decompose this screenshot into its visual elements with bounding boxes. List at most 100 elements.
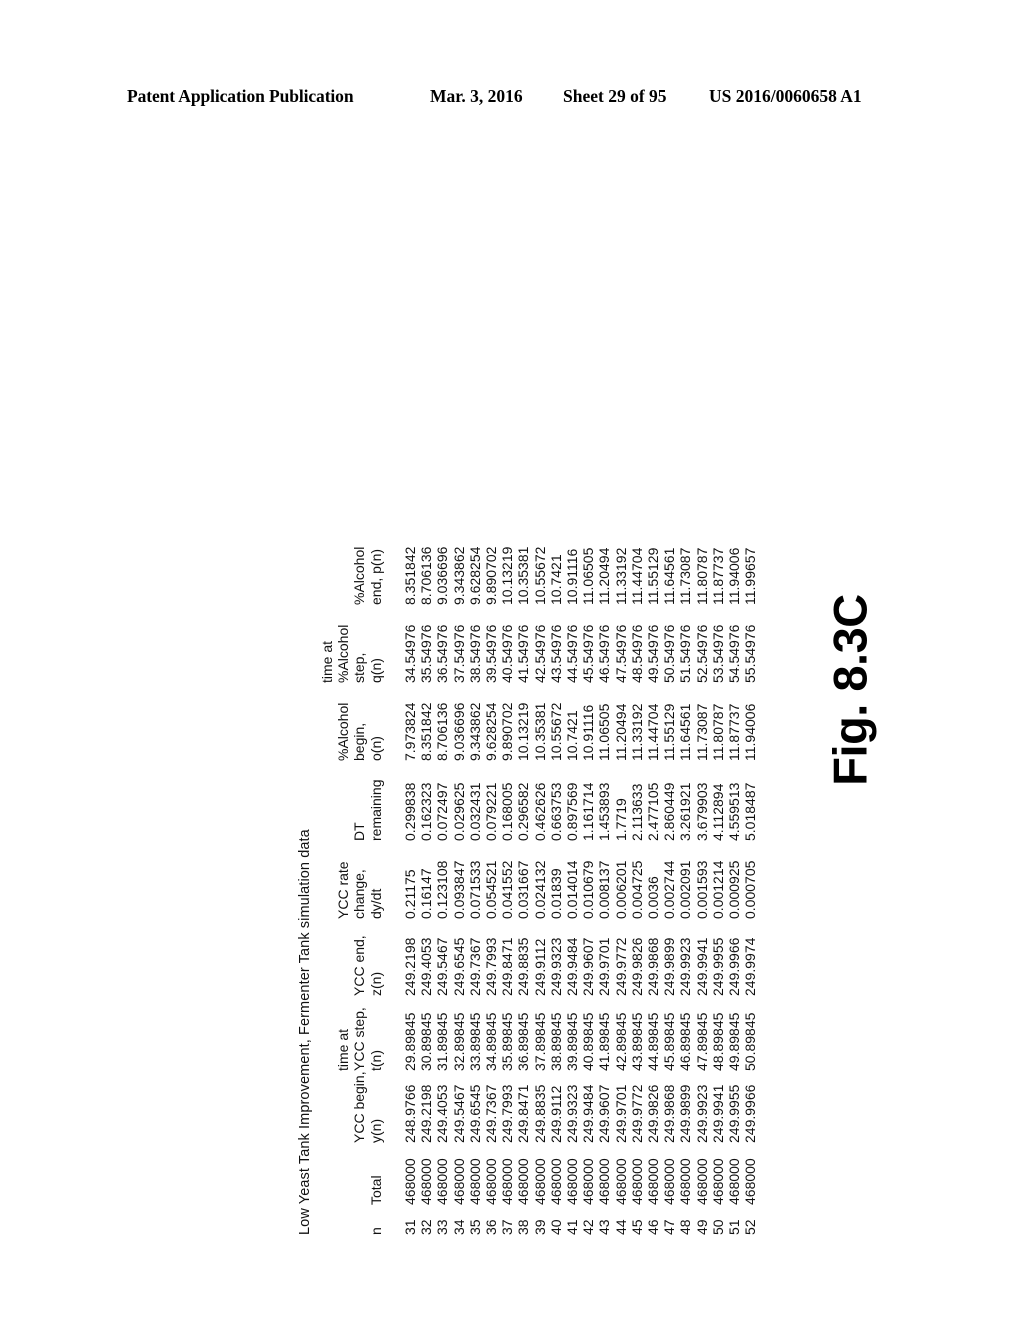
cell-astep: 53.54976 — [709, 624, 726, 683]
cell-ybeg: 249.9701 — [612, 1084, 629, 1143]
cell-tstep: 42.89845 — [612, 1012, 629, 1071]
column-header-aend: %Alcohol end, p(n) — [319, 535, 386, 605]
cell-dt: 1.7719 — [612, 798, 629, 841]
column-header-line: %Alcohol — [351, 546, 368, 605]
cell-total: 468000 — [547, 1158, 564, 1205]
cell-ybeg: 249.5467 — [450, 1084, 467, 1143]
column-header-line: %Alcohol — [335, 624, 352, 683]
cell-total: 468000 — [693, 1158, 710, 1205]
cell-n: 33 — [434, 1219, 451, 1235]
cell-yend: 249.9484 — [564, 937, 581, 996]
cell-aend: 9.890702 — [483, 546, 500, 605]
cell-tstep: 47.89845 — [693, 1012, 710, 1071]
column-header-line: change, — [351, 869, 368, 919]
cell-ybeg: 249.2198 — [418, 1084, 435, 1143]
cell-total: 468000 — [628, 1158, 645, 1205]
cell-total: 468000 — [499, 1158, 516, 1205]
cell-abeg: 8.706136 — [434, 702, 451, 761]
cell-astep: 42.54976 — [531, 624, 548, 683]
cell-ybeg: 248.9766 — [402, 1084, 419, 1143]
header-spacer — [319, 761, 335, 841]
cell-astep: 36.54976 — [434, 624, 451, 683]
cell-tstep: 39.89845 — [564, 1012, 581, 1071]
column-header-astep: time at %Alcohol step, q(n) — [319, 605, 386, 683]
cell-abeg: 11.73087 — [693, 703, 710, 761]
table-row: 48 468000 249.9899 46.89845 249.9923 0.002091… — [677, 535, 693, 1235]
column-header-line: time at — [319, 640, 335, 683]
page-header: Patent Application Publication Mar. 3, 2… — [0, 86, 1024, 116]
column-header-rate: YCC rate change, dy/dt — [319, 841, 386, 919]
cell-tstep: 35.89845 — [499, 1012, 516, 1071]
cell-yend: 249.9955 — [709, 937, 726, 996]
cell-dt: 2.860449 — [661, 782, 678, 841]
cell-ybeg: 249.9923 — [693, 1084, 710, 1143]
column-header-line: YCC step, — [351, 1007, 368, 1071]
table-row: 50 468000 249.9941 48.89845 249.9955 0.001214… — [710, 535, 726, 1235]
table-row: 41 468000 249.9323 39.89845 249.9484 0.014014… — [564, 535, 580, 1235]
header-spacer — [335, 1143, 351, 1205]
column-header-line: Total — [367, 1175, 384, 1205]
cell-dt: 0.296582 — [515, 782, 532, 841]
cell-abeg: 11.94006 — [742, 703, 759, 761]
header-spacer — [335, 761, 351, 841]
cell-astep: 45.54976 — [580, 624, 597, 683]
cell-total: 468000 — [596, 1158, 613, 1205]
table-row: 36 468000 249.7367 34.89845 249.7993 0.054521… — [483, 535, 499, 1235]
cell-yend: 249.9923 — [677, 937, 694, 996]
header-spacer — [319, 683, 335, 761]
column-header-line: DT — [351, 822, 368, 841]
cell-ybeg: 249.9955 — [726, 1084, 743, 1143]
cell-n: 43 — [596, 1219, 613, 1235]
cell-yend: 249.7367 — [466, 937, 483, 996]
cell-aend: 11.80787 — [693, 547, 710, 605]
cell-tstep: 48.89845 — [709, 1012, 726, 1071]
cell-astep: 39.54976 — [483, 624, 500, 683]
cell-rate: 0.071533 — [466, 860, 483, 919]
cell-yend: 249.8835 — [515, 937, 532, 996]
cell-tstep: 37.89845 — [531, 1012, 548, 1071]
cell-rate: 0.008137 — [596, 860, 613, 919]
cell-n: 50 — [709, 1219, 726, 1235]
cell-yend: 249.9323 — [547, 937, 564, 996]
cell-astep: 48.54976 — [628, 624, 645, 683]
cell-rate: 0.024132 — [531, 860, 548, 919]
table-title: Low Yeast Tank Improvement, Fermenter Ta… — [297, 829, 313, 1235]
cell-n: 47 — [661, 1219, 678, 1235]
cell-aend: 11.55129 — [645, 547, 662, 605]
cell-aend: 9.628254 — [466, 546, 483, 605]
cell-yend: 249.9826 — [628, 937, 645, 996]
cell-total: 468000 — [402, 1158, 419, 1205]
figure-rotated-container: Low Yeast Tank Improvement, Fermenter Ta… — [297, 225, 758, 1235]
header-spacer — [351, 1143, 367, 1205]
column-header-line: YCC rate — [335, 861, 352, 919]
cell-aend: 11.06505 — [580, 547, 597, 605]
cell-aend: 11.20494 — [596, 547, 613, 605]
table-row: 51 468000 249.9955 49.89845 249.9966 0.000925… — [726, 535, 742, 1235]
cell-total: 468000 — [515, 1158, 532, 1205]
cell-aend: 11.94006 — [726, 547, 743, 605]
cell-yend: 249.9701 — [596, 937, 613, 996]
cell-tstep: 43.89845 — [628, 1012, 645, 1071]
cell-astep: 50.54976 — [661, 624, 678, 683]
cell-n: 37 — [499, 1219, 516, 1235]
cell-rate: 0.21175 — [402, 869, 419, 919]
cell-rate: 0.000925 — [726, 860, 743, 919]
cell-abeg: 10.35381 — [531, 702, 548, 761]
cell-ybeg: 249.8471 — [515, 1084, 532, 1143]
cell-abeg: 8.351842 — [418, 702, 435, 761]
cell-astep: 38.54976 — [466, 624, 483, 683]
table-spacer-row — [386, 535, 402, 1235]
cell-yend: 249.9112 — [531, 938, 548, 996]
cell-yend: 249.9899 — [661, 937, 678, 996]
cell-abeg: 11.44704 — [645, 703, 662, 761]
cell-total: 468000 — [434, 1158, 451, 1205]
cell-abeg: 11.80787 — [709, 703, 726, 761]
column-header-line: t(n) — [367, 1050, 384, 1071]
cell-total: 468000 — [564, 1158, 581, 1205]
cell-tstep: 41.89845 — [596, 1012, 613, 1071]
cell-astep: 40.54976 — [499, 624, 516, 683]
column-header-tstep: time at YCC step, t(n) — [319, 996, 386, 1071]
cell-yend: 249.9941 — [693, 937, 710, 996]
cell-dt: 4.112894 — [709, 783, 726, 841]
cell-n: 34 — [450, 1219, 467, 1235]
